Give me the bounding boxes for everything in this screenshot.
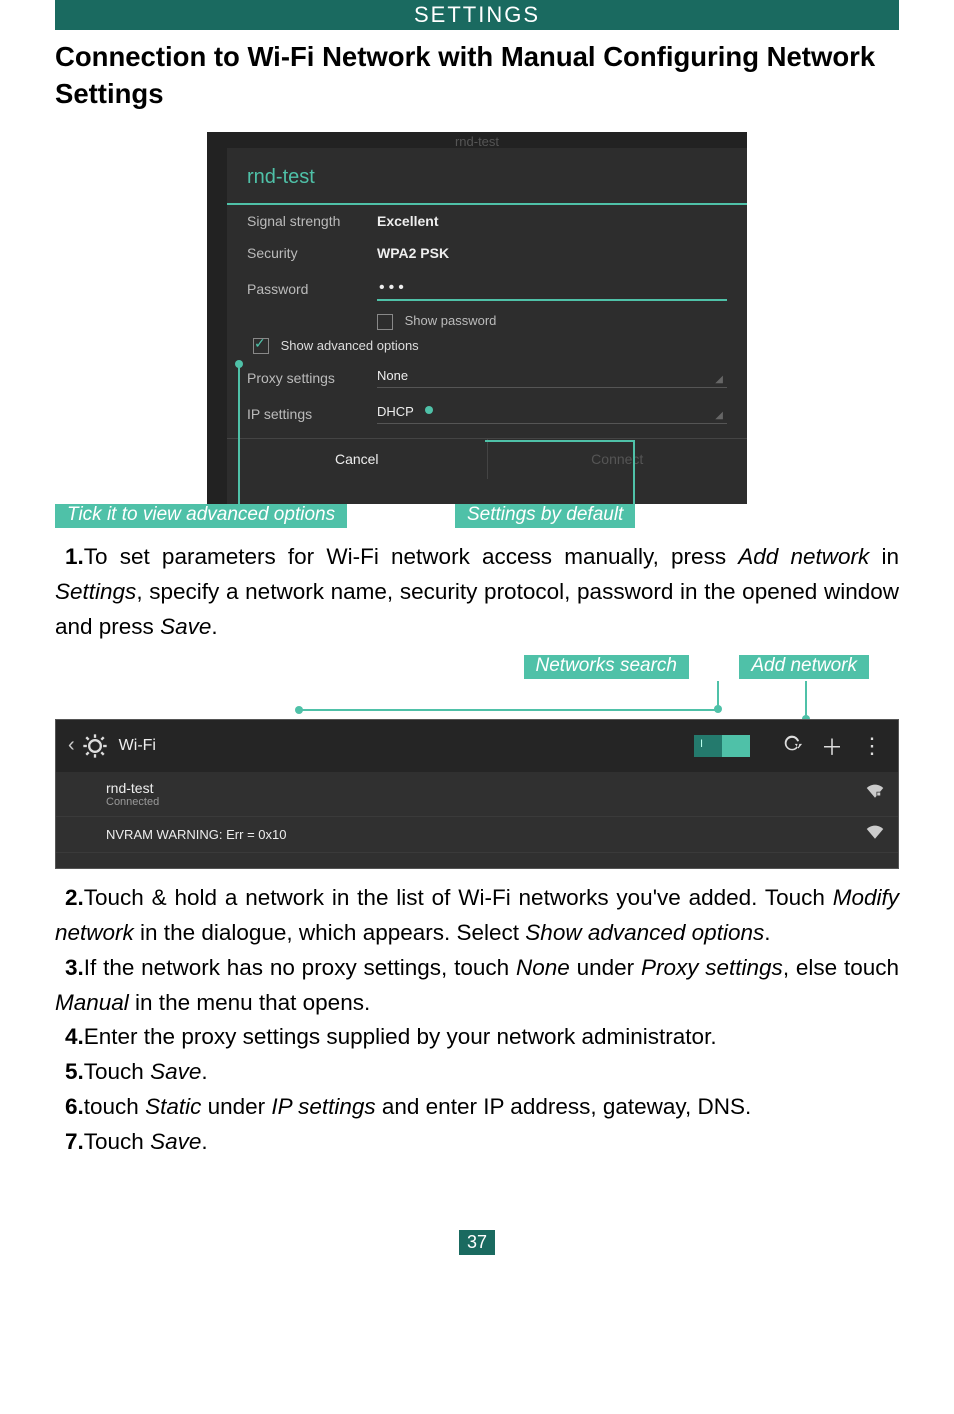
- wifi-dialog-screenshot: rnd-test rnd-test Signal strength Excell…: [207, 132, 747, 504]
- paragraph-3: 3.If the network has no proxy settings, …: [55, 951, 899, 1021]
- signal-strength-value: Excellent: [377, 213, 727, 229]
- network-name: rnd-test: [106, 780, 866, 796]
- callout-advanced-options: Tick it to view advanced options: [55, 504, 347, 528]
- wifi-toggle[interactable]: I: [694, 735, 750, 757]
- security-value: WPA2 PSK: [377, 245, 727, 261]
- paragraph-7: 7.Touch Save.: [55, 1125, 899, 1160]
- callout-add-network: Add network: [739, 655, 869, 679]
- page-number: 37: [459, 1230, 495, 1255]
- network-status: Connected: [106, 796, 866, 808]
- show-advanced-label: Show advanced options: [281, 338, 419, 353]
- show-advanced-checkbox[interactable]: [253, 338, 269, 354]
- gear-icon[interactable]: [81, 732, 109, 760]
- background-title: rnd-test: [207, 132, 747, 149]
- add-network-icon[interactable]: ＋: [812, 730, 852, 762]
- ip-settings-label: IP settings: [247, 406, 377, 422]
- network-row[interactable]: NVRAM WARNING: Err = 0x10: [56, 817, 898, 853]
- dialog-title: rnd-test: [227, 148, 747, 205]
- network-name: NVRAM WARNING: Err = 0x10: [106, 827, 866, 842]
- wifi-settings-screenshot: ‹ Wi-Fi I ＋ ⋮ rnd-test Connected: [55, 719, 899, 869]
- paragraph-4: 4.Enter the proxy settings supplied by y…: [55, 1020, 899, 1055]
- connect-button[interactable]: Connect: [488, 439, 748, 479]
- show-password-label: Show password: [405, 313, 497, 328]
- cancel-button[interactable]: Cancel: [227, 439, 488, 479]
- proxy-settings-dropdown[interactable]: None: [377, 368, 727, 388]
- proxy-settings-label: Proxy settings: [247, 370, 377, 386]
- signal-strength-label: Signal strength: [247, 213, 377, 229]
- refresh-icon[interactable]: [772, 732, 812, 760]
- show-password-checkbox[interactable]: [377, 314, 393, 330]
- page-title: Connection to Wi-Fi Network with Manual …: [55, 38, 899, 112]
- network-row[interactable]: rnd-test Connected: [56, 772, 898, 817]
- wifi-secure-icon: [866, 784, 884, 803]
- paragraph-5: 5.Touch Save.: [55, 1055, 899, 1090]
- section-header: SETTINGS: [55, 0, 899, 30]
- back-icon[interactable]: ‹: [62, 734, 81, 757]
- paragraph-2: 2.Touch & hold a network in the list of …: [55, 881, 899, 951]
- password-input[interactable]: [377, 277, 727, 301]
- callout-networks-search: Networks search: [524, 655, 690, 679]
- password-label: Password: [247, 281, 377, 297]
- wifi-title: Wi-Fi: [119, 737, 694, 755]
- callout-settings-default: Settings by default: [455, 504, 635, 528]
- wifi-icon: [866, 825, 884, 844]
- security-label: Security: [247, 245, 377, 261]
- paragraph-1: 1.To set parameters for Wi-Fi network ac…: [55, 540, 899, 645]
- overflow-menu-icon[interactable]: ⋮: [852, 733, 892, 759]
- paragraph-6: 6.touch Static under IP settings and ent…: [55, 1090, 899, 1125]
- ip-settings-dropdown[interactable]: DHCP: [377, 404, 727, 424]
